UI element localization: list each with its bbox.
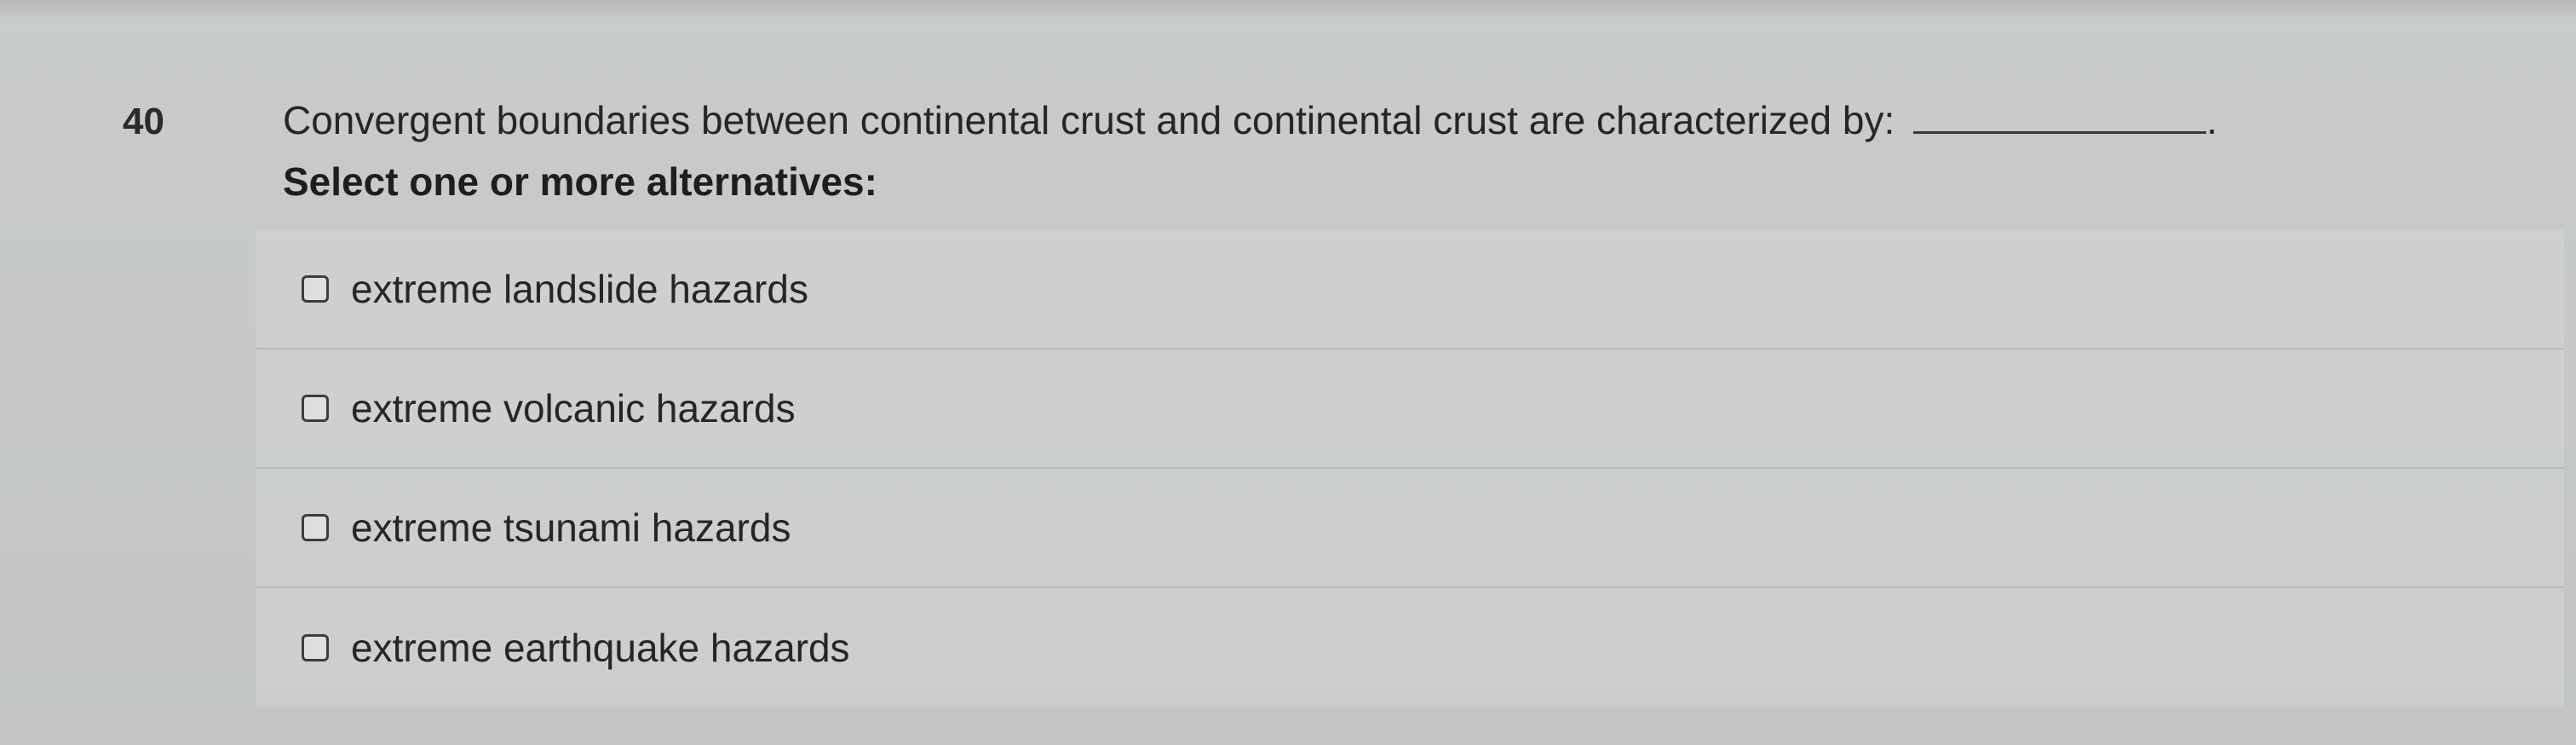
option-landslide[interactable]: extreme landslide hazards xyxy=(256,230,2564,349)
option-label: extreme tsunami hazards xyxy=(351,505,791,550)
checkbox-landslide[interactable] xyxy=(302,275,329,303)
answer-blank-period: . xyxy=(2206,98,2218,142)
top-edge-shadow xyxy=(0,0,2576,19)
option-earthquake[interactable]: extreme earthquake hazards xyxy=(256,588,2564,707)
select-instruction: Select one or more alternatives: xyxy=(283,159,877,204)
question-prompt-text: Convergent boundaries between continenta… xyxy=(283,98,1895,142)
answer-blank xyxy=(1913,99,2207,134)
option-tsunami[interactable]: extreme tsunami hazards xyxy=(256,469,2564,588)
option-volcanic[interactable]: extreme volcanic hazards xyxy=(256,349,2564,469)
question-number: 40 xyxy=(123,101,164,142)
question-prompt: Convergent boundaries between continenta… xyxy=(283,97,2217,143)
checkbox-tsunami[interactable] xyxy=(302,514,329,541)
option-label: extreme volcanic hazards xyxy=(351,386,796,430)
option-label: extreme landslide hazards xyxy=(351,267,808,311)
checkbox-volcanic[interactable] xyxy=(302,395,329,422)
answer-options-list: extreme landslide hazards extreme volcan… xyxy=(256,230,2564,707)
checkbox-earthquake[interactable] xyxy=(302,634,329,661)
option-label: extreme earthquake hazards xyxy=(351,626,850,670)
